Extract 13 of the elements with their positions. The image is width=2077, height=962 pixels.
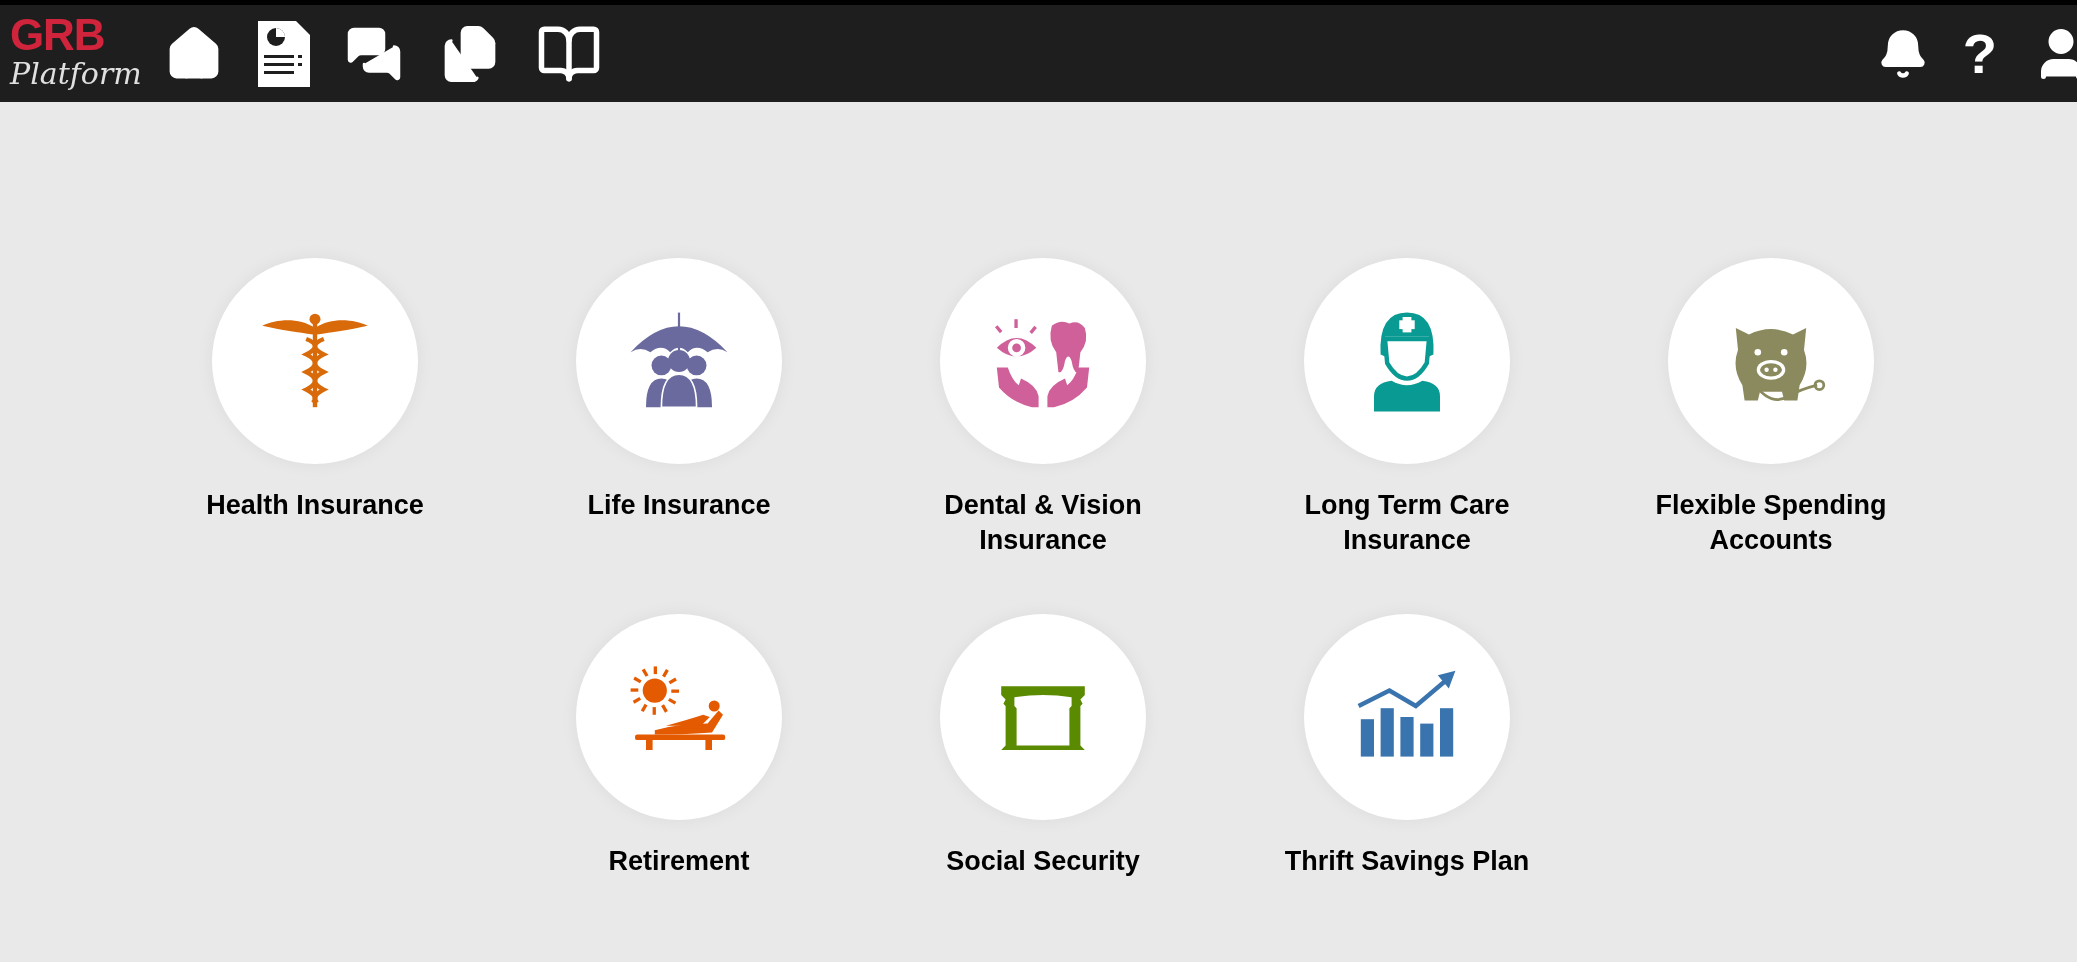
benefit-label[interactable]: Social Security — [908, 844, 1178, 879]
logo[interactable]: GRB Platform — [10, 14, 142, 93]
benefit-label[interactable]: Long Term Care Insurance — [1272, 488, 1542, 558]
report-icon[interactable] — [257, 20, 310, 87]
logo-subtitle: Platform — [10, 54, 142, 93]
benefit-label[interactable]: Flexible Spending Accounts — [1636, 488, 1906, 558]
benefit-label[interactable]: Health Insurance — [180, 488, 450, 523]
benefit-label[interactable]: Life Insurance — [544, 488, 814, 523]
logo-brand: GRB — [10, 14, 106, 55]
benefit-label[interactable]: Retirement — [544, 844, 814, 879]
benefit-label[interactable]: Thrift Savings Plan — [1272, 844, 1542, 879]
benefit-label[interactable]: Dental & Vision Insurance — [908, 488, 1178, 558]
help-button[interactable]: ? — [1962, 25, 1997, 82]
